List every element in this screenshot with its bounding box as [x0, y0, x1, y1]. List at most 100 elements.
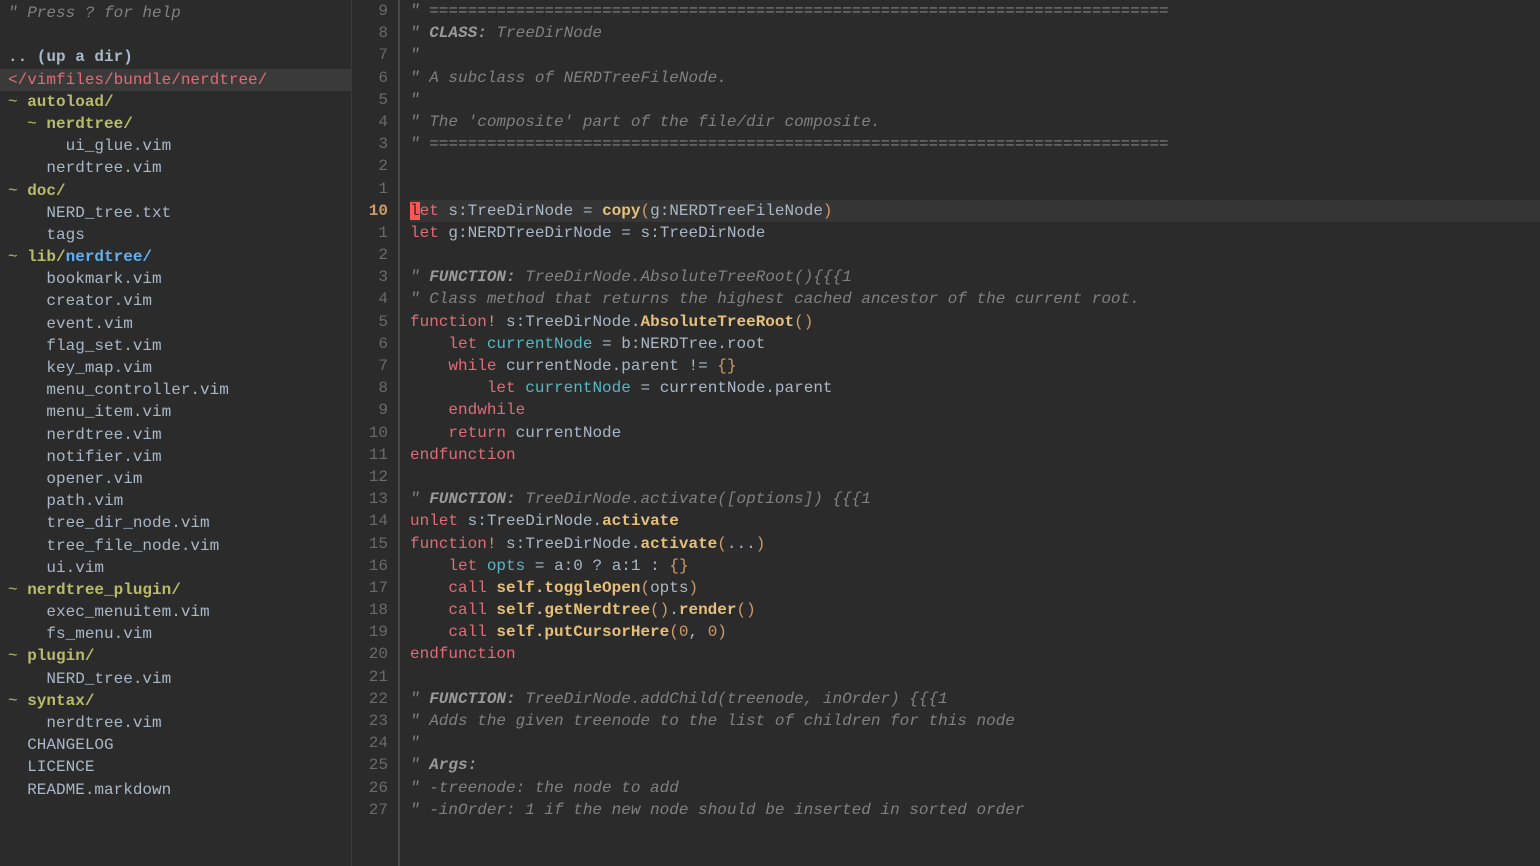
tree-dir[interactable]: ~ syntax/: [0, 690, 351, 712]
code-line[interactable]: " Args:: [410, 754, 1540, 776]
code-line[interactable]: [410, 178, 1540, 200]
tree-dir[interactable]: ~ lib/nerdtree/: [0, 246, 351, 268]
code-line[interactable]: " ======================================…: [410, 0, 1540, 22]
line-number: 14: [352, 510, 388, 532]
line-number: 8: [352, 377, 388, 399]
code-line[interactable]: endfunction: [410, 643, 1540, 665]
tree-dir[interactable]: ~ doc/: [0, 180, 351, 202]
line-number: 15: [352, 533, 388, 555]
tree-dir[interactable]: ~ autoload/: [0, 91, 351, 113]
tree-file[interactable]: menu_item.vim: [0, 401, 351, 423]
tree-file[interactable]: NERD_tree.vim: [0, 668, 351, 690]
code-line[interactable]: let currentNode = currentNode.parent: [410, 377, 1540, 399]
line-number: 7: [352, 355, 388, 377]
line-number: 9: [352, 0, 388, 22]
code-line[interactable]: " FUNCTION: TreeDirNode.activate([option…: [410, 488, 1540, 510]
tree-file[interactable]: CHANGELOG: [0, 734, 351, 756]
code-line[interactable]: ": [410, 44, 1540, 66]
tree-file[interactable]: flag_set.vim: [0, 335, 351, 357]
up-dir[interactable]: .. (up a dir): [0, 46, 351, 68]
code-line[interactable]: [410, 466, 1540, 488]
code-line[interactable]: ": [410, 89, 1540, 111]
tree-file[interactable]: fs_menu.vim: [0, 623, 351, 645]
code-line[interactable]: let opts = a:0 ? a:1 : {}: [410, 555, 1540, 577]
code-line[interactable]: endwhile: [410, 399, 1540, 421]
code-editor[interactable]: 9876543211012345678910111213141516171819…: [352, 0, 1540, 866]
line-number: 4: [352, 288, 388, 310]
tree-file[interactable]: ui_glue.vim: [0, 135, 351, 157]
line-number: 24: [352, 732, 388, 754]
line-number: 1: [352, 222, 388, 244]
tree-file[interactable]: menu_controller.vim: [0, 379, 351, 401]
code-line[interactable]: endfunction: [410, 444, 1540, 466]
tree-file[interactable]: key_map.vim: [0, 357, 351, 379]
tree-file[interactable]: creator.vim: [0, 290, 351, 312]
code-area[interactable]: " ======================================…: [400, 0, 1540, 866]
tree-file[interactable]: tags: [0, 224, 351, 246]
tree-file[interactable]: bookmark.vim: [0, 268, 351, 290]
code-line[interactable]: " -inOrder: 1 if the new node should be …: [410, 799, 1540, 821]
code-line[interactable]: [410, 666, 1540, 688]
line-number-gutter: 9876543211012345678910111213141516171819…: [352, 0, 400, 866]
line-number: 3: [352, 266, 388, 288]
tree-file[interactable]: path.vim: [0, 490, 351, 512]
code-line[interactable]: let s:TreeDirNode = copy(g:NERDTreeFileN…: [410, 200, 1540, 222]
line-number: 4: [352, 111, 388, 133]
code-line[interactable]: " The 'composite' part of the file/dir c…: [410, 111, 1540, 133]
line-number: 26: [352, 777, 388, 799]
code-line[interactable]: ": [410, 732, 1540, 754]
line-number: 10: [352, 422, 388, 444]
line-number: 23: [352, 710, 388, 732]
tree-dir[interactable]: ~ nerdtree/: [0, 113, 351, 135]
nerdtree-sidebar[interactable]: " Press ? for help .. (up a dir) </vimfi…: [0, 0, 352, 866]
line-number: 3: [352, 133, 388, 155]
line-number: 13: [352, 488, 388, 510]
code-line[interactable]: unlet s:TreeDirNode.activate: [410, 510, 1540, 532]
code-line[interactable]: " Class method that returns the highest …: [410, 288, 1540, 310]
code-line[interactable]: " FUNCTION: TreeDirNode.addChild(treenod…: [410, 688, 1540, 710]
tree-dir[interactable]: ~ nerdtree_plugin/: [0, 579, 351, 601]
line-number: 11: [352, 444, 388, 466]
code-line[interactable]: while currentNode.parent != {}: [410, 355, 1540, 377]
tree-file[interactable]: tree_file_node.vim: [0, 535, 351, 557]
root-path[interactable]: </vimfiles/bundle/nerdtree/: [0, 69, 351, 91]
tree-file[interactable]: exec_menuitem.vim: [0, 601, 351, 623]
line-number: 6: [352, 333, 388, 355]
code-line[interactable]: let g:NERDTreeDirNode = s:TreeDirNode: [410, 222, 1540, 244]
tree-file[interactable]: nerdtree.vim: [0, 157, 351, 179]
line-number: 21: [352, 666, 388, 688]
tree-dir[interactable]: ~ plugin/: [0, 645, 351, 667]
code-line[interactable]: " A subclass of NERDTreeFileNode.: [410, 67, 1540, 89]
blank: [0, 24, 351, 46]
code-line[interactable]: function! s:TreeDirNode.activate(...): [410, 533, 1540, 555]
tree-file[interactable]: README.markdown: [0, 779, 351, 801]
tree-file[interactable]: nerdtree.vim: [0, 424, 351, 446]
tree-file[interactable]: NERD_tree.txt: [0, 202, 351, 224]
code-line[interactable]: return currentNode: [410, 422, 1540, 444]
tree-file[interactable]: event.vim: [0, 313, 351, 335]
code-line[interactable]: call self.putCursorHere(0, 0): [410, 621, 1540, 643]
code-line[interactable]: function! s:TreeDirNode.AbsoluteTreeRoot…: [410, 311, 1540, 333]
tree-file[interactable]: nerdtree.vim: [0, 712, 351, 734]
line-number: 27: [352, 799, 388, 821]
line-number: 1: [352, 178, 388, 200]
code-line[interactable]: " ======================================…: [410, 133, 1540, 155]
help-hint: " Press ? for help: [0, 2, 351, 24]
line-number: 22: [352, 688, 388, 710]
code-line[interactable]: " FUNCTION: TreeDirNode.AbsoluteTreeRoot…: [410, 266, 1540, 288]
code-line[interactable]: call self.toggleOpen(opts): [410, 577, 1540, 599]
tree-file[interactable]: notifier.vim: [0, 446, 351, 468]
code-line[interactable]: [410, 155, 1540, 177]
line-number: 19: [352, 621, 388, 643]
code-line[interactable]: let currentNode = b:NERDTree.root: [410, 333, 1540, 355]
tree-file[interactable]: opener.vim: [0, 468, 351, 490]
code-line[interactable]: " CLASS: TreeDirNode: [410, 22, 1540, 44]
tree-file[interactable]: tree_dir_node.vim: [0, 512, 351, 534]
line-number: 2: [352, 244, 388, 266]
tree-file[interactable]: ui.vim: [0, 557, 351, 579]
code-line[interactable]: " Adds the given treenode to the list of…: [410, 710, 1540, 732]
code-line[interactable]: [410, 244, 1540, 266]
tree-file[interactable]: LICENCE: [0, 756, 351, 778]
code-line[interactable]: " -treenode: the node to add: [410, 777, 1540, 799]
code-line[interactable]: call self.getNerdtree().render(): [410, 599, 1540, 621]
